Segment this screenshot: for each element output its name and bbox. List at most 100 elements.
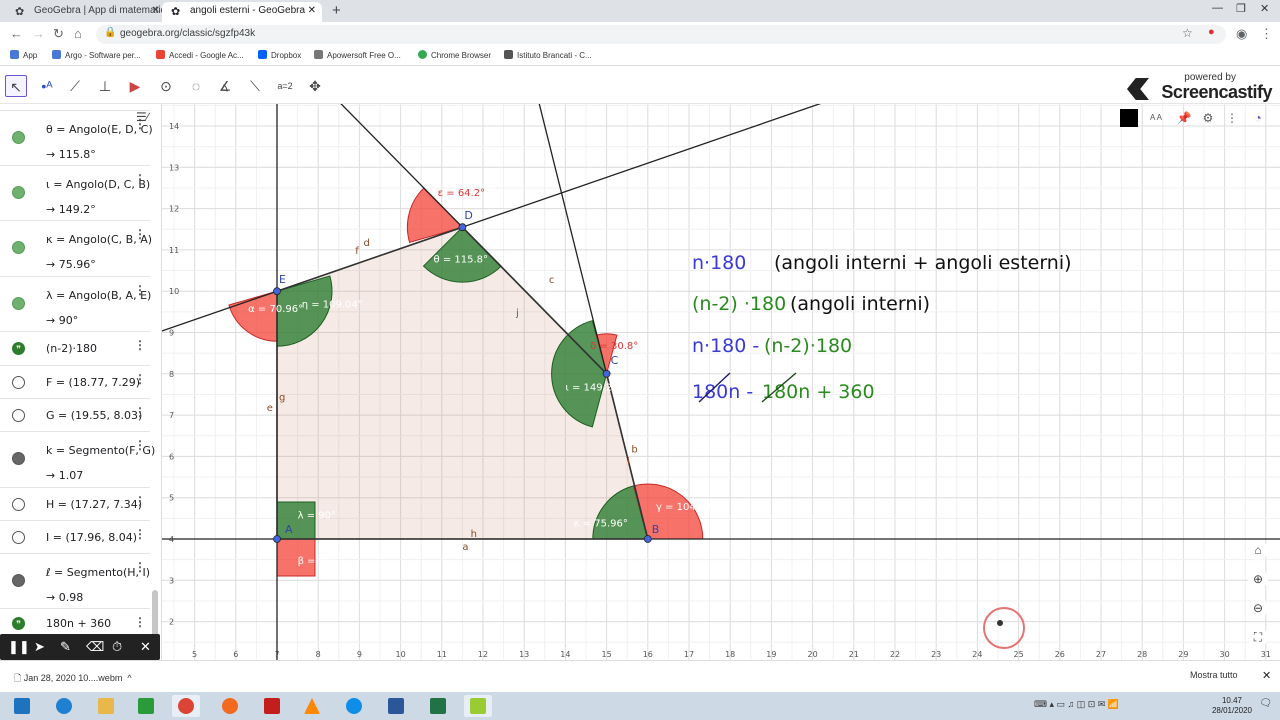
new-tab-button[interactable]: + (332, 2, 341, 19)
graphics-view[interactable]: 5678910111213141516171819202122232425262… (162, 104, 1280, 660)
tab-angoli-esterni[interactable]: ✿ angoli esterni - GeoGebra ✕ (162, 2, 322, 22)
algebra-row[interactable]: 109.04° (0, 104, 150, 111)
row-menu-icon[interactable]: ⋮ (134, 527, 146, 541)
pin-icon[interactable]: 📌 (1174, 108, 1194, 128)
tray-icons[interactable]: ⌨ ▴ ▭ ♫ ◫ ⊡ ✉ 📶 (1034, 699, 1119, 710)
acrobat-icon[interactable] (258, 695, 286, 717)
color-swatch-icon[interactable] (1120, 109, 1138, 127)
row-menu-icon[interactable]: ⋮ (134, 172, 146, 186)
bookmark-chrome[interactable]: Chrome Browser (418, 50, 491, 60)
notifications-icon[interactable]: 🗨 (1259, 698, 1272, 709)
algebra-row[interactable]: λ = Angolo(B, A, E) → 90° ⋮ (0, 277, 151, 332)
circle-tool-icon[interactable]: ⊙ (155, 75, 177, 97)
vlc-icon[interactable] (298, 695, 326, 717)
perspectives-icon[interactable]: ◔ (1248, 108, 1268, 128)
extension-icon[interactable]: ● (1208, 26, 1215, 38)
row-menu-icon[interactable]: ⋮ (134, 372, 146, 386)
bookmark-argo[interactable]: Argo - Software per... (52, 50, 141, 60)
close-tab-icon[interactable]: ✕ (152, 5, 160, 16)
visibility-toggle[interactable] (12, 574, 25, 587)
algebra-row[interactable]: ι = Angolo(D, C, B) → 149.2° ⋮ (0, 166, 150, 221)
row-menu-icon[interactable]: ⋮ (134, 494, 146, 508)
algebra-sort-icon[interactable]: ☰∕ (136, 110, 149, 124)
point-E[interactable] (273, 287, 281, 296)
pause-icon[interactable]: ❚❚ (8, 639, 30, 655)
download-item[interactable]: 🗋 Jan 28, 2020 10....webm ^ (14, 671, 132, 687)
algebra-definition[interactable]: 180n + 360 (46, 617, 111, 630)
bookmark-brancati[interactable]: Istituto Brancati - C... (504, 50, 592, 60)
algebra-definition[interactable]: H = (17.27, 7.34) (46, 498, 142, 511)
excel-icon[interactable] (424, 695, 452, 717)
edge-icon[interactable] (50, 695, 78, 717)
eraser-icon[interactable]: ⌫ (86, 639, 104, 655)
algebra-row[interactable]: θ = Angolo(E, D, C) → 115.8° ⋮ (0, 111, 153, 166)
row-menu-icon[interactable]: ⋮ (134, 405, 146, 419)
bookmark-apowersoft[interactable]: Apowersoft Free O... (314, 50, 401, 60)
teamviewer-icon[interactable] (340, 695, 368, 717)
row-menu-icon[interactable]: ⋮ (134, 560, 146, 574)
maximize-icon[interactable]: ❐ (1236, 2, 1246, 15)
close-controls-icon[interactable]: ✕ (140, 639, 151, 655)
system-clock[interactable]: 10.47 28/01/2020 (1212, 696, 1252, 716)
line-tool-icon[interactable]: ⟋ (64, 75, 86, 97)
algebra-definition[interactable]: G = (19.55, 8.03) (46, 409, 142, 422)
visibility-toggle[interactable] (12, 452, 25, 465)
algebra-row[interactable]: I = (17.96, 8.04) ⋮ (0, 521, 150, 554)
algebra-row[interactable]: ℓ = Segmento(H, I) → 0.98 ⋮ (0, 554, 150, 609)
more-icon[interactable]: ⋮ (1222, 108, 1242, 128)
row-menu-icon[interactable]: ⋮ (134, 615, 146, 629)
forward-icon[interactable]: → (32, 26, 45, 41)
start-button[interactable] (8, 695, 36, 717)
zoom-out-icon[interactable]: ⊖ (1248, 598, 1268, 618)
word-icon[interactable] (382, 695, 410, 717)
close-window-icon[interactable]: ✕ (1260, 2, 1269, 15)
home-icon[interactable]: ⌂ (74, 26, 82, 41)
cursor-icon[interactable]: ➤ (34, 639, 45, 655)
perpendicular-tool-icon[interactable]: ⊥ (94, 75, 116, 97)
text-object-icon[interactable]: ❞ (12, 342, 25, 355)
point-C[interactable] (602, 369, 611, 378)
close-tab-icon[interactable]: ✕ (308, 5, 316, 16)
bookmark-star-icon[interactable]: ☆ (1182, 26, 1193, 40)
url-input[interactable]: 🔒 geogebra.org/classic/sgzfp43k (96, 25, 1226, 44)
slider-tool-icon[interactable]: a=2 (274, 75, 296, 97)
visibility-toggle[interactable] (12, 241, 25, 254)
algebra-definition[interactable]: F = (18.77, 7.29) (46, 376, 140, 389)
chrome-taskbar-icon[interactable] (172, 695, 200, 717)
reflect-tool-icon[interactable]: ⟍ (244, 75, 266, 97)
algebra-row[interactable]: k = Segmento(F, G) → 1.07 ⋮ (0, 432, 155, 488)
back-icon[interactable]: ← (10, 26, 23, 41)
visibility-toggle[interactable] (12, 497, 25, 511)
tab-geogebra-app[interactable]: ✿ GeoGebra | App di matematica g ✕ (6, 2, 166, 22)
row-menu-icon[interactable]: ⋮ (134, 338, 146, 352)
visibility-toggle[interactable] (12, 375, 25, 389)
visibility-toggle[interactable] (12, 297, 25, 310)
algebra-row[interactable]: κ = Angolo(C, B, A) → 75.96° ⋮ (0, 221, 152, 277)
close-download-bar-icon[interactable]: ✕ (1262, 669, 1271, 682)
ellipse-tool-icon[interactable]: ◌ (185, 75, 207, 97)
home-view-icon[interactable]: ⌂ (1248, 540, 1268, 560)
move-view-tool-icon[interactable]: ✥ (304, 75, 326, 97)
algebra-row[interactable]: ❞ (n-2)·180 ⋮ (0, 332, 150, 366)
bookmark-apps[interactable]: App (10, 50, 37, 60)
move-tool-icon[interactable]: ↖ (5, 75, 27, 97)
minimize-icon[interactable]: — (1212, 2, 1223, 14)
bookmark-dropbox[interactable]: Dropbox (258, 50, 301, 60)
geogebra-taskbar-icon[interactable] (464, 695, 492, 717)
show-all-button[interactable]: Mostra tutto (1190, 670, 1238, 680)
settings-icon[interactable]: ⚙ (1198, 108, 1218, 128)
timer-icon[interactable]: ⏱ (112, 639, 122, 655)
algebra-definition[interactable]: I = (17.96, 8.04) (46, 531, 137, 544)
text-size-icon[interactable]: A A (1146, 108, 1166, 128)
graphics-canvas[interactable]: 5678910111213141516171819202122232425262… (162, 104, 1280, 660)
profile-icon[interactable]: ◉ (1236, 26, 1247, 42)
bookmark-google[interactable]: Accedi - Google Ac... (156, 50, 244, 60)
visibility-toggle[interactable] (12, 530, 25, 544)
row-menu-icon[interactable]: ⋮ (134, 438, 146, 452)
fullscreen-icon[interactable]: ⛶ (1248, 627, 1268, 647)
visibility-toggle[interactable] (12, 186, 25, 199)
point-D[interactable] (458, 223, 467, 232)
text-object-icon[interactable]: ❞ (12, 617, 25, 630)
firefox-icon[interactable] (216, 695, 244, 717)
store-icon[interactable] (132, 695, 160, 717)
